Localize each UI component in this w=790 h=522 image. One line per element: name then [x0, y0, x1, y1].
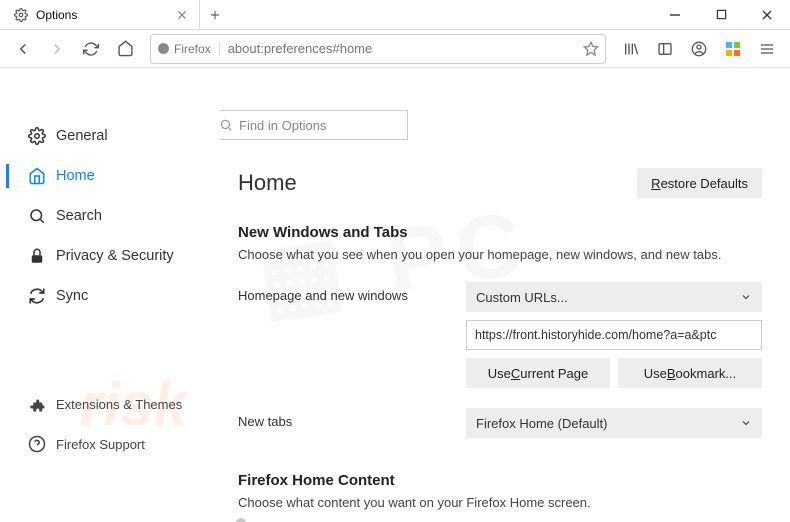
lock-icon: [28, 247, 46, 265]
sidebar-item-privacy[interactable]: Privacy & Security: [0, 236, 220, 276]
url-bar[interactable]: Firefox about:preferences#home: [150, 34, 606, 64]
close-window-button[interactable]: [744, 0, 790, 29]
library-button[interactable]: [616, 34, 646, 64]
chevron-down-icon: [740, 291, 752, 303]
hamburger-icon: [759, 41, 775, 57]
sidebar-item-sync[interactable]: Sync: [0, 276, 220, 316]
close-icon: [761, 9, 773, 21]
help-icon: [28, 435, 46, 453]
account-icon: [691, 41, 707, 57]
sidebar-item-label: Firefox Support: [56, 437, 145, 452]
sync-icon: [28, 287, 46, 305]
close-icon[interactable]: [175, 8, 189, 22]
sidebar-item-home[interactable]: Home: [0, 156, 220, 196]
restore-defaults-button[interactable]: Restore Defaults: [637, 168, 762, 198]
section-desc: Choose what you see when you open your h…: [238, 247, 762, 262]
sidebar-item-label: Sync: [56, 288, 88, 304]
plus-icon: [208, 8, 222, 22]
homepage-label: Homepage and new windows: [238, 282, 448, 303]
search-placeholder: Find in Options: [239, 118, 326, 133]
main: Find in Options Home Restore Defaults Ne…: [220, 68, 790, 522]
toolbar: Firefox about:preferences#home: [0, 30, 790, 68]
sidebar-item-extensions[interactable]: Extensions & Themes: [0, 384, 220, 424]
section-heading: Firefox Home Content: [238, 472, 762, 489]
gear-icon: [14, 8, 28, 22]
sidebar-item-search[interactable]: Search: [0, 196, 220, 236]
sidebar: General Home Search Privacy & Security S…: [0, 68, 220, 522]
sidebar-item-label: Extensions & Themes: [56, 397, 182, 412]
back-icon: [14, 40, 32, 58]
maximize-button[interactable]: [698, 0, 744, 29]
sidebar-item-support[interactable]: Firefox Support: [0, 424, 220, 464]
input-value: https://front.historyhide.com/home?a=a&p…: [475, 328, 716, 342]
home-button[interactable]: [110, 34, 140, 64]
scrollbar[interactable]: [236, 518, 246, 522]
account-button[interactable]: [684, 34, 714, 64]
select-value: Firefox Home (Default): [476, 416, 607, 431]
chevron-down-icon: [740, 417, 752, 429]
identity-box[interactable]: Firefox: [157, 42, 220, 56]
section-heading: New Windows and Tabs: [238, 224, 762, 241]
forward-icon: [48, 40, 66, 58]
menu-button[interactable]: [752, 34, 782, 64]
homepage-select[interactable]: Custom URLs...: [466, 282, 762, 312]
minimize-icon: [669, 9, 681, 21]
section-desc: Choose what content you want on your Fir…: [238, 495, 762, 510]
new-tab-button[interactable]: [200, 0, 230, 29]
sidebar-item-label: Privacy & Security: [56, 248, 174, 264]
homepage-url-input[interactable]: https://front.historyhide.com/home?a=a&p…: [466, 320, 762, 350]
sidebar-item-general[interactable]: General: [0, 116, 220, 156]
extension-color-icon: [725, 41, 741, 57]
tab-options[interactable]: Options: [0, 0, 200, 29]
minimize-button[interactable]: [652, 0, 698, 29]
home-icon: [28, 167, 46, 185]
library-icon: [623, 41, 639, 57]
gear-icon: [28, 127, 46, 145]
page-title: Home: [238, 170, 297, 196]
firefox-icon: [157, 42, 170, 55]
sidebar-item-label: Home: [56, 168, 95, 184]
select-value: Custom URLs...: [476, 290, 568, 305]
puzzle-icon: [28, 395, 46, 413]
use-bookmark-button[interactable]: Use Bookmark...: [618, 358, 762, 388]
identity-label: Firefox: [174, 42, 211, 56]
sidebar-item-label: General: [56, 128, 108, 144]
reload-icon: [83, 41, 99, 57]
extension-button[interactable]: [718, 34, 748, 64]
bookmark-star-icon[interactable]: [583, 41, 599, 57]
newtabs-label: New tabs: [238, 408, 448, 429]
search-icon: [220, 118, 233, 132]
back-button[interactable]: [8, 34, 38, 64]
sidebar-icon: [657, 41, 673, 57]
window-controls: [652, 0, 790, 29]
content: General Home Search Privacy & Security S…: [0, 68, 790, 522]
maximize-icon: [716, 9, 727, 20]
address-text: about:preferences#home: [228, 41, 583, 56]
newtabs-select[interactable]: Firefox Home (Default): [466, 408, 762, 438]
find-in-options[interactable]: Find in Options: [220, 110, 408, 140]
sidebar-item-label: Search: [56, 208, 102, 224]
forward-button[interactable]: [42, 34, 72, 64]
home-icon: [117, 40, 134, 57]
tab-label: Options: [36, 8, 175, 22]
use-current-page-button[interactable]: Use Current Page: [466, 358, 610, 388]
sidebar-button[interactable]: [650, 34, 680, 64]
search-icon: [28, 207, 46, 225]
reload-button[interactable]: [76, 34, 106, 64]
titlebar: Options: [0, 0, 790, 30]
